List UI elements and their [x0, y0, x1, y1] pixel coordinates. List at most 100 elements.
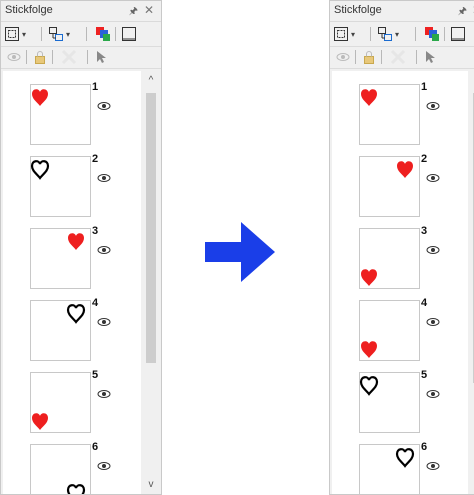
- eye-icon[interactable]: [97, 173, 111, 183]
- design-thumbnail[interactable]: [359, 84, 420, 145]
- outline-heart-icon: [66, 304, 86, 324]
- list-item[interactable]: 6: [332, 431, 452, 494]
- stitch-sequence-list[interactable]: 1 2 3 4 5 6: [332, 71, 468, 494]
- delete-button[interactable]: [61, 49, 77, 65]
- design-thumbnail[interactable]: [359, 372, 420, 433]
- design-thumbnail[interactable]: [359, 228, 420, 289]
- sequence-number: 1: [92, 81, 99, 93]
- list-item[interactable]: 1: [3, 71, 123, 145]
- filled-heart-icon: [32, 89, 48, 106]
- divider: [444, 27, 445, 41]
- close-icon[interactable]: ✕: [144, 3, 154, 17]
- list-item[interactable]: 5: [332, 359, 452, 433]
- list-item[interactable]: 2: [3, 143, 123, 217]
- eye-icon[interactable]: [426, 173, 440, 183]
- show-button[interactable]: [336, 49, 350, 65]
- eye-icon[interactable]: [97, 245, 111, 255]
- scroll-down-icon[interactable]: v: [469, 479, 474, 490]
- design-thumbnail[interactable]: [30, 156, 91, 217]
- design-thumbnail[interactable]: [30, 372, 91, 433]
- divider: [370, 27, 371, 41]
- divider: [26, 50, 27, 64]
- sequence-number: 3: [92, 225, 99, 237]
- eye-icon: [336, 53, 350, 61]
- scrollbar-thumb[interactable]: [146, 93, 156, 363]
- design-thumbnail[interactable]: [30, 300, 91, 361]
- eye-icon[interactable]: [426, 317, 440, 327]
- sequence-number: 5: [92, 369, 99, 381]
- scroll-up-icon[interactable]: ^: [469, 75, 474, 86]
- design-thumbnail[interactable]: [359, 156, 420, 217]
- list-item[interactable]: 4: [332, 287, 452, 361]
- sequence-number: 6: [421, 441, 428, 453]
- sequence-number: 1: [421, 81, 428, 93]
- divider: [87, 50, 88, 64]
- design-thumbnail[interactable]: [359, 300, 420, 361]
- sequence-number: 3: [421, 225, 428, 237]
- design-thumbnail[interactable]: [30, 84, 91, 145]
- select-all-button[interactable]: ▾: [4, 26, 26, 42]
- window-button[interactable]: [121, 26, 137, 42]
- eye-icon[interactable]: [426, 389, 440, 399]
- eye-icon[interactable]: [426, 101, 440, 111]
- group-button[interactable]: ▾: [48, 26, 70, 42]
- design-thumbnail[interactable]: [30, 444, 91, 494]
- filled-heart-icon: [361, 89, 377, 106]
- stitch-order-panel-right: Stickfolge 🖈 ✕ ▾ ▾: [329, 0, 474, 495]
- chevron-down-icon: ▾: [66, 29, 71, 39]
- scroll-down-icon[interactable]: v: [142, 479, 160, 490]
- outline-heart-icon: [395, 448, 415, 468]
- pin-icon[interactable]: 🖈: [129, 4, 138, 21]
- vertical-scrollbar[interactable]: ^ v: [142, 71, 160, 494]
- scroll-up-icon[interactable]: ^: [142, 75, 160, 86]
- delete-button[interactable]: [390, 49, 406, 65]
- eye-icon[interactable]: [97, 101, 111, 111]
- list-item[interactable]: 2: [332, 143, 452, 217]
- divider: [86, 27, 87, 41]
- design-thumbnail[interactable]: [30, 228, 91, 289]
- color-sort-icon: [425, 27, 439, 41]
- list-item[interactable]: 3: [332, 215, 452, 289]
- sequence-number: 6: [92, 441, 99, 453]
- right-arrow-icon: [205, 222, 275, 282]
- eye-icon[interactable]: [97, 317, 111, 327]
- list-item[interactable]: 3: [3, 215, 123, 289]
- outline-heart-icon: [66, 484, 86, 494]
- list-item[interactable]: 5: [3, 359, 123, 433]
- vertical-scrollbar[interactable]: ^ v: [469, 71, 474, 494]
- divider: [115, 27, 116, 41]
- list-item[interactable]: 4: [3, 287, 123, 361]
- window-icon: [451, 27, 465, 41]
- panel-title: Stickfolge: [334, 4, 382, 16]
- eye-icon[interactable]: [97, 389, 111, 399]
- eye-icon[interactable]: [97, 461, 111, 471]
- eye-icon[interactable]: [426, 245, 440, 255]
- list-item[interactable]: 6: [3, 431, 123, 494]
- pin-icon[interactable]: 🖈: [458, 4, 467, 21]
- color-sort-button[interactable]: [424, 26, 440, 42]
- lock-button[interactable]: [33, 49, 47, 65]
- show-button[interactable]: [7, 49, 21, 65]
- stitch-sequence-list[interactable]: 1 2 3 4 5 6: [3, 71, 141, 494]
- design-thumbnail[interactable]: [359, 444, 420, 494]
- select-all-button[interactable]: ▾: [333, 26, 355, 42]
- cursor-button[interactable]: [424, 49, 436, 65]
- filled-heart-icon: [361, 269, 377, 286]
- delete-icon: [390, 50, 406, 64]
- group-icon: [378, 27, 392, 41]
- sequence-number: 2: [421, 153, 428, 165]
- divider: [52, 50, 53, 64]
- filled-heart-icon: [68, 233, 84, 250]
- sequence-number: 5: [421, 369, 428, 381]
- lock-icon: [364, 51, 374, 64]
- divider: [355, 50, 356, 64]
- eye-icon[interactable]: [426, 461, 440, 471]
- list-item[interactable]: 1: [332, 71, 452, 145]
- cursor-button[interactable]: [95, 49, 107, 65]
- window-button[interactable]: [450, 26, 466, 42]
- color-sort-button[interactable]: [95, 26, 111, 42]
- panel-title: Stickfolge: [5, 4, 53, 16]
- lock-button[interactable]: [362, 49, 376, 65]
- chevron-down-icon: ▾: [22, 29, 27, 39]
- group-button[interactable]: ▾: [377, 26, 399, 42]
